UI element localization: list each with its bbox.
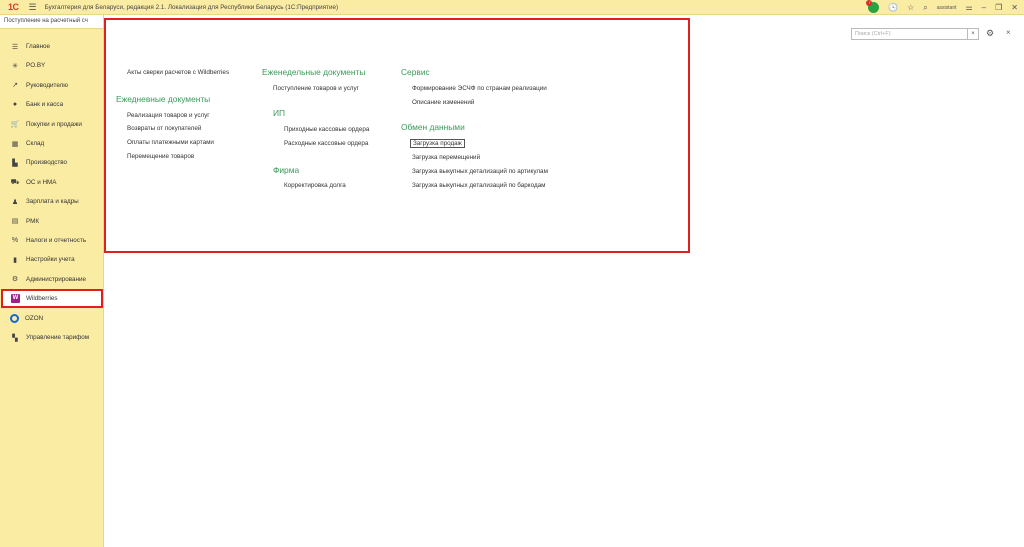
history-icon[interactable]: 🕓	[888, 3, 898, 12]
notifications-icon[interactable]: !	[866, 0, 880, 13]
search-icon[interactable]: ⌕	[923, 3, 927, 13]
sidebar-item-icon: ✳	[12, 62, 18, 70]
group-firm: Фирма	[273, 165, 300, 175]
section-panel: Акты сверки расчетов с Wildberries Ежедн…	[104, 18, 690, 253]
sidebar-item-4[interactable]: 🛒 Покупки и продажи	[0, 115, 104, 134]
window-title: Бухгалтерия для Беларуси, редакция 2.1. …	[44, 3, 339, 11]
link-exchange-1[interactable]: Загрузка перемещений	[412, 154, 480, 161]
sidebar-item-2[interactable]: ↗ Руководителю	[0, 76, 104, 95]
sidebar-item-label: Покупки и продажи	[26, 120, 82, 128]
link-weekly-0[interactable]: Поступление товаров и услуг	[273, 85, 359, 92]
sidebar-item-label: Управление тарифом	[26, 334, 90, 341]
favorites-icon[interactable]: ☆	[907, 3, 914, 12]
group-weekly-docs: Еженедельные документы	[262, 67, 366, 77]
group-ip: ИП	[273, 108, 286, 118]
sidebar-item-icon: ▙	[12, 159, 18, 167]
sidebar-item-icon: ↗	[12, 82, 18, 90]
gear-icon[interactable]: ⚙	[986, 28, 994, 39]
sidebar-item-label: Производство	[26, 159, 68, 167]
sidebar-item-icon: ⚙	[11, 276, 19, 284]
minimize-icon[interactable]: –	[982, 3, 986, 12]
sidebar-item-icon: ●	[12, 101, 18, 109]
sidebar-item-10[interactable]: % Налоги и отчетность	[0, 231, 104, 250]
sidebar-item-label: Wildberries	[26, 295, 58, 303]
sidebar-item-icon: ▚	[12, 334, 18, 342]
link-exchange-2[interactable]: Загрузка выкупных детализаций по артикул…	[412, 168, 548, 175]
sidebar-item-icon: ▤	[11, 218, 19, 226]
sidebar-item-label: Банк и касса	[26, 101, 64, 109]
sidebar-item-label: Главное	[26, 43, 51, 50]
app-logo: 1С	[8, 2, 19, 12]
sidebar-item-label: ОС и НМА	[26, 178, 57, 186]
sidebar-item-6[interactable]: ▙ Производство	[0, 153, 104, 172]
sidebar-item-label: PO.BY	[26, 62, 46, 70]
sidebar-item-12[interactable]: ⚙ Администрирование	[0, 270, 104, 289]
user-name[interactable]: assistant	[937, 5, 957, 11]
sidebar-item-icon: 🛒	[10, 121, 20, 129]
search-input[interactable]: Поиск (Ctrl+F)	[851, 28, 973, 40]
sidebar-item-1[interactable]: ✳ PO.BY	[0, 56, 104, 75]
sidebar-item-label: РМК	[26, 217, 40, 225]
link-ip-1[interactable]: Расходные кассовые ордера	[284, 140, 368, 147]
sidebar-item-9[interactable]: ▤ РМК	[0, 212, 104, 231]
search-clear-button[interactable]: ×	[967, 28, 979, 40]
sidebar-item-icon: ⛟	[10, 178, 20, 186]
close-window-icon[interactable]: ✕	[1011, 3, 1018, 12]
settings-menu-icon[interactable]: ⚌	[966, 3, 973, 12]
open-window-tab[interactable]: Поступление на расчетный сч	[0, 15, 103, 29]
link-ip-0[interactable]: Приходные кассовые ордера	[284, 126, 369, 133]
sidebar-item-icon	[10, 313, 19, 323]
link-daily-1[interactable]: Возвраты от покупателей	[127, 125, 201, 132]
link-exchange-0[interactable]: Загрузка продаж	[410, 139, 465, 148]
sidebar-item-label: Руководителю	[26, 81, 69, 89]
main-menu-icon[interactable]: ☰	[29, 2, 37, 13]
maximize-icon[interactable]: ❐	[995, 3, 1002, 12]
sidebar: Поступление на расчетный сч ☰ Главное ✳ PO.…	[0, 15, 104, 547]
sidebar-item-icon: %	[11, 237, 19, 244]
sidebar-item-13[interactable]: W Wildberries	[1, 289, 103, 309]
sidebar-item-label: Настройки учета	[26, 256, 75, 264]
titlebar-controls: ! 🕓 ☆ ⌕ assistant ⚌ – ❐ ✕	[866, 0, 1018, 15]
group-service: Сервис	[401, 67, 430, 77]
sidebar-item-15[interactable]: ▚ Управление тарифом	[0, 328, 104, 347]
link-daily-2[interactable]: Оплаты платежными картами	[127, 139, 214, 146]
sidebar-item-7[interactable]: ⛟ ОС и НМА	[0, 173, 104, 192]
sidebar-item-0[interactable]: ☰ Главное	[0, 37, 104, 56]
link-exchange-3[interactable]: Загрузка выкупных детализаций по баркода…	[412, 182, 545, 189]
link-firm-0[interactable]: Корректировка долга	[284, 182, 346, 189]
sidebar-item-label: Налоги и отчетность	[26, 237, 87, 244]
sidebar-item-14[interactable]: OZON	[0, 309, 104, 328]
sidebar-item-label: Склад	[26, 140, 45, 147]
sidebar-item-label: OZON	[25, 314, 44, 322]
sidebar-item-icon: ▮	[13, 256, 17, 264]
sidebar-item-8[interactable]: ♟ Зарплата и кадры	[0, 192, 104, 211]
link-service-0[interactable]: Формирование ЭСЧФ по странам реализации	[412, 85, 547, 92]
sidebar-item-label: Администрирование	[26, 275, 87, 283]
sidebar-item-icon: W	[11, 294, 20, 304]
sidebar-item-11[interactable]: ▮ Настройки учета	[0, 250, 104, 269]
title-bar: 1С ☰ Бухгалтерия для Беларуси, редакция …	[0, 0, 1024, 15]
sidebar-item-3[interactable]: ● Банк и касса	[0, 95, 104, 114]
sidebar-item-label: Зарплата и кадры	[26, 198, 79, 206]
sidebar-item-5[interactable]: ▦ Склад	[0, 134, 104, 153]
sidebar-item-icon: ☰	[11, 43, 19, 51]
sidebar-item-icon: ▦	[11, 140, 19, 148]
link-reconciliation-acts[interactable]: Акты сверки расчетов с Wildberries	[127, 69, 229, 76]
group-daily-docs: Ежедневные документы	[116, 94, 211, 104]
close-icon[interactable]: ×	[1006, 28, 1011, 37]
link-daily-3[interactable]: Перемещение товаров	[127, 153, 194, 160]
group-data-exchange: Обмен данными	[401, 122, 465, 132]
sidebar-item-icon: ♟	[11, 198, 19, 206]
link-service-1[interactable]: Описание изменений	[412, 99, 474, 106]
link-daily-0[interactable]: Реализация товаров и услуг	[127, 112, 210, 119]
